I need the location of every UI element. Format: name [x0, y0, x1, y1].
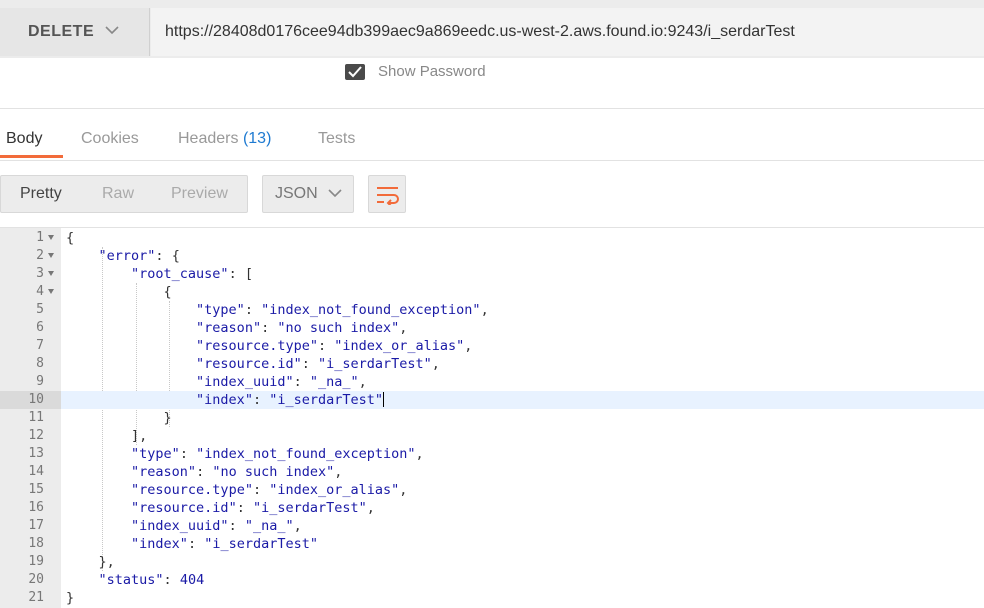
code-text: "resource.type": "index_or_alias", — [196, 338, 473, 354]
code-line[interactable]: 5 "type": "index_not_found_exception", — [0, 301, 984, 319]
checkmark-icon — [348, 66, 362, 78]
line-number: 3 — [36, 266, 44, 281]
line-number: 1 — [36, 230, 44, 245]
code-text: "error": { — [98, 248, 180, 264]
code-line[interactable]: 14 "reason": "no such index", — [0, 463, 984, 481]
line-number: 2 — [36, 248, 44, 263]
chevron-down-icon — [328, 189, 342, 198]
code-text: "reason": "no such index", — [196, 320, 408, 336]
line-number: 9 — [36, 374, 44, 389]
code-text: { — [66, 284, 172, 300]
code-line[interactable]: 18 "index": "i_serdarTest" — [0, 535, 984, 553]
line-number: 11 — [28, 410, 44, 425]
show-password-checkbox[interactable] — [345, 64, 365, 80]
fold-arrow-icon[interactable] — [48, 289, 54, 294]
code-text: "resource.type": "index_or_alias", — [131, 482, 408, 498]
headers-count-badge: (13) — [242, 130, 272, 147]
code-text: { — [66, 230, 75, 246]
active-tab-indicator — [0, 155, 63, 158]
show-password-row: Show Password — [0, 58, 984, 109]
code-text: "resource.id": "i_serdarTest", — [196, 356, 440, 372]
preview-button[interactable]: Preview — [171, 176, 228, 212]
code-text: } — [66, 410, 172, 426]
code-text: "type": "index_not_found_exception", — [131, 446, 424, 462]
line-number: 14 — [28, 464, 44, 479]
code-text: }, — [66, 554, 115, 570]
code-text: "index": "i_serdarTest" — [196, 392, 385, 408]
line-number: 17 — [28, 518, 44, 533]
format-dropdown[interactable]: JSON — [262, 175, 354, 213]
code-line[interactable]: 3 "root_cause": [ — [0, 265, 984, 283]
text-cursor — [383, 392, 385, 407]
code-line[interactable]: 19 }, — [0, 553, 984, 571]
method-label: DELETE — [28, 23, 95, 40]
tab-cookies[interactable]: Cookies — [81, 110, 139, 160]
method-dropdown[interactable]: DELETE — [0, 8, 150, 56]
fold-arrow-icon[interactable] — [48, 235, 54, 240]
line-number: 19 — [28, 554, 44, 569]
pretty-button[interactable]: Pretty — [20, 176, 62, 212]
code-text: "index_uuid": "_na_", — [196, 374, 367, 390]
code-line[interactable]: 16 "resource.id": "i_serdarTest", — [0, 499, 984, 517]
show-password-label: Show Password — [378, 63, 486, 77]
view-mode-segmented: Pretty Raw Preview — [0, 175, 248, 213]
url-text: https://28408d0176cee94db399aec9a869eedc… — [165, 23, 795, 40]
code-line[interactable]: 4 { — [0, 283, 984, 301]
tab-headers[interactable]: Headers (13) — [178, 110, 271, 160]
tab-headers-label: Headers — [178, 130, 239, 147]
tab-tests[interactable]: Tests — [318, 110, 355, 160]
line-number: 7 — [36, 338, 44, 353]
format-label: JSON — [275, 185, 318, 202]
wrap-lines-icon — [377, 187, 399, 205]
code-line[interactable]: 6 "reason": "no such index", — [0, 319, 984, 337]
code-line[interactable]: 7 "resource.type": "index_or_alias", — [0, 337, 984, 355]
tab-body[interactable]: Body — [6, 110, 42, 160]
url-input[interactable]: https://28408d0176cee94db399aec9a869eedc… — [151, 8, 984, 56]
wrap-lines-button[interactable] — [368, 175, 406, 213]
code-line[interactable]: 12 ], — [0, 427, 984, 445]
code-line[interactable]: 21} — [0, 589, 984, 607]
line-number: 21 — [28, 590, 44, 605]
code-text: ], — [66, 428, 148, 444]
line-number: 13 — [28, 446, 44, 461]
code-line[interactable]: 15 "resource.type": "index_or_alias", — [0, 481, 984, 499]
line-number: 16 — [28, 500, 44, 515]
line-number: 18 — [28, 536, 44, 551]
code-text: "reason": "no such index", — [131, 464, 343, 480]
code-text: "type": "index_not_found_exception", — [196, 302, 489, 318]
raw-button[interactable]: Raw — [102, 176, 134, 212]
code-text: "root_cause": [ — [131, 266, 253, 282]
line-number: 4 — [36, 284, 44, 299]
code-line[interactable]: 20 "status": 404 — [0, 571, 984, 589]
response-tabs: Body Cookies Headers (13) Tests — [0, 110, 984, 161]
line-number: 8 — [36, 356, 44, 371]
code-text: "status": 404 — [98, 572, 205, 588]
code-text: } — [66, 590, 75, 606]
code-line[interactable]: 1{ — [0, 229, 984, 247]
fold-arrow-icon[interactable] — [48, 253, 54, 258]
line-number: 6 — [36, 320, 44, 335]
code-text: "index": "i_serdarTest" — [131, 536, 319, 552]
code-line[interactable]: 2 "error": { — [0, 247, 984, 265]
request-bar: DELETE https://28408d0176cee94db399aec9a… — [0, 0, 984, 65]
line-number: 20 — [28, 572, 44, 587]
code-line[interactable]: 13 "type": "index_not_found_exception", — [0, 445, 984, 463]
code-line[interactable]: 9 "index_uuid": "_na_", — [0, 373, 984, 391]
line-number: 15 — [28, 482, 44, 497]
code-line[interactable]: 17 "index_uuid": "_na_", — [0, 517, 984, 535]
code-text: "resource.id": "i_serdarTest", — [131, 500, 375, 516]
chevron-down-icon — [105, 26, 119, 35]
response-body-editor[interactable]: 1{2 "error": {3 "root_cause": [4 {5 "typ… — [0, 227, 984, 608]
code-line[interactable]: 8 "resource.id": "i_serdarTest", — [0, 355, 984, 373]
fold-arrow-icon[interactable] — [48, 271, 54, 276]
line-number: 5 — [36, 302, 44, 317]
code-text: "index_uuid": "_na_", — [131, 518, 302, 534]
code-line[interactable]: 10 "index": "i_serdarTest" — [0, 391, 984, 409]
code-line[interactable]: 11 } — [0, 409, 984, 427]
line-number: 10 — [0, 391, 61, 409]
line-number: 12 — [28, 428, 44, 443]
